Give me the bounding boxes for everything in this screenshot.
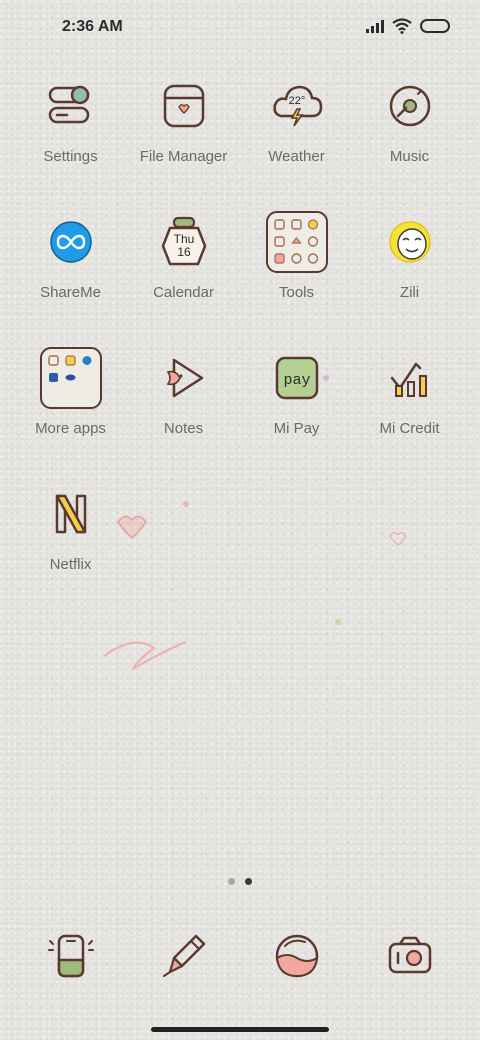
app-label: Notes: [163, 420, 204, 437]
app-shareme[interactable]: ShareMe: [14, 216, 127, 301]
app-label: File Manager: [139, 148, 228, 165]
app-label: Weather: [268, 148, 325, 165]
zili-face-icon: [388, 221, 431, 263]
weather-cloud-icon: 22°: [272, 85, 322, 127]
mi-pay-text: pay: [283, 372, 310, 389]
app-label: More apps: [35, 420, 106, 437]
clock: 2:36 AM: [62, 18, 123, 35]
app-notes[interactable]: Notes: [127, 352, 240, 437]
app-settings[interactable]: Settings: [14, 80, 127, 165]
page-dot-active[interactable]: [245, 878, 252, 885]
browser-globe-icon: [275, 934, 318, 978]
wifi-icon: [392, 18, 412, 34]
dock-phone[interactable]: [14, 930, 127, 982]
pen-messages-icon: [162, 934, 205, 978]
app-calendar[interactable]: Thu 16 Calendar: [127, 216, 240, 301]
notes-play-icon: [166, 358, 203, 398]
music-disc-icon: [389, 85, 430, 127]
app-weather[interactable]: 22° Weather: [240, 80, 353, 165]
tools-folder-icon: [265, 211, 328, 273]
page-dot[interactable]: [228, 878, 235, 885]
more-apps-folder-icon: [39, 347, 102, 409]
file-manager-icon: [163, 84, 204, 128]
status-bar: 2:36 AM: [0, 0, 480, 56]
calendar-date: 16: [177, 245, 191, 259]
calendar-icon: Thu 16: [161, 216, 206, 266]
app-music[interactable]: Music: [353, 80, 466, 165]
app-file-manager[interactable]: File Manager: [127, 80, 240, 165]
app-label: Settings: [43, 148, 98, 165]
settings-toggle-icon: [48, 85, 89, 124]
mi-pay-icon: pay: [275, 356, 318, 400]
app-label: Netflix: [49, 556, 92, 573]
status-icons: [366, 18, 450, 34]
shareme-icon: [49, 221, 92, 263]
dock-browser[interactable]: [240, 930, 353, 982]
home-gesture-bar[interactable]: [151, 1027, 329, 1032]
app-label: Calendar: [153, 284, 214, 301]
signal-icon: [366, 19, 384, 33]
app-label: Music: [389, 148, 430, 165]
app-more-apps-folder[interactable]: More apps: [14, 346, 127, 437]
camera-icon: [388, 936, 431, 974]
calendar-day: Thu: [173, 232, 194, 246]
mi-credit-icon: [390, 362, 427, 397]
netflix-icon: [55, 494, 86, 534]
dock-messages[interactable]: [127, 930, 240, 982]
phone-icon: [47, 934, 94, 978]
app-tools-folder[interactable]: Tools: [240, 210, 353, 301]
app-mi-credit[interactable]: Mi Credit: [353, 352, 466, 437]
app-netflix[interactable]: Netflix: [14, 488, 127, 573]
app-zili[interactable]: Zili: [353, 216, 466, 301]
app-label: Zili: [399, 284, 420, 301]
app-label: Tools: [278, 284, 315, 301]
app-label: Mi Credit: [379, 420, 440, 437]
dock-camera[interactable]: [353, 930, 466, 982]
battery-icon: [420, 19, 450, 33]
app-label: Mi Pay: [273, 420, 320, 437]
app-mi-pay[interactable]: pay Mi Pay: [240, 352, 353, 437]
app-label: ShareMe: [40, 284, 101, 301]
page-indicator: [228, 878, 252, 885]
weather-temp: 22°: [288, 95, 305, 107]
